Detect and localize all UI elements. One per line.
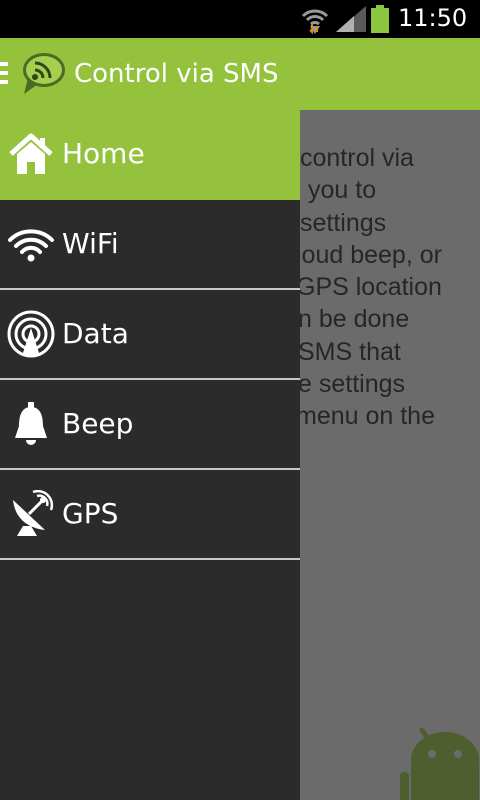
drawer-item-data[interactable]: Data	[0, 290, 300, 380]
bell-icon	[15, 402, 47, 445]
android-logo-icon	[400, 727, 479, 800]
wifi-icon	[8, 229, 54, 262]
app-logo-icon[interactable]	[20, 50, 66, 96]
action-bar: Control via SMS	[0, 38, 480, 110]
battery-icon	[371, 5, 389, 33]
signal-icon	[336, 6, 366, 32]
drawer-item-home[interactable]: Home	[0, 110, 300, 200]
drawer-item-gps[interactable]: GPS	[0, 470, 300, 560]
drawer-item-label: Beep	[62, 407, 134, 440]
drawer-toggle-icon[interactable]	[0, 62, 8, 84]
divider	[0, 558, 300, 560]
data-icon	[7, 310, 55, 358]
home-icon	[9, 133, 53, 174]
drawer-item-beep[interactable]: Beep	[0, 380, 300, 470]
drawer-item-label: WiFi	[62, 227, 119, 260]
status-bar: 11:50	[0, 0, 480, 38]
wifi-status-icon	[301, 9, 329, 34]
navigation-drawer: Home WiFi Data Beep GPS	[0, 110, 300, 800]
app-title: Control via SMS	[74, 59, 279, 89]
drawer-item-label: GPS	[62, 497, 119, 530]
status-time: 11:50	[398, 4, 468, 32]
drawer-item-label: Home	[62, 137, 145, 170]
drawer-item-wifi[interactable]: WiFi	[0, 200, 300, 290]
satellite-icon	[13, 490, 54, 536]
drawer-item-label: Data	[62, 317, 129, 350]
